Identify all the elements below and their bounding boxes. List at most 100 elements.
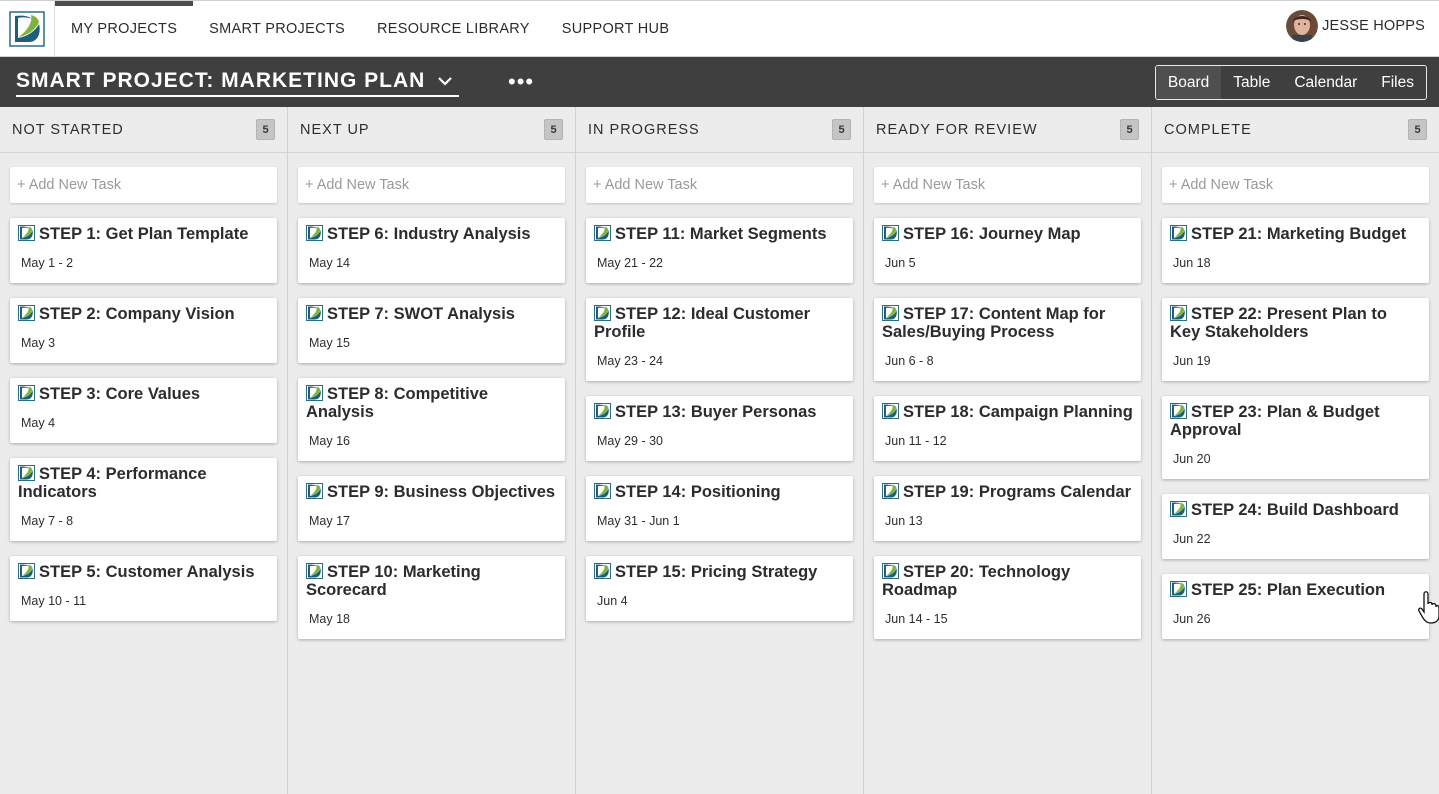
task-card[interactable]: STEP 13: Buyer Personas May 29 - 30 (586, 396, 853, 461)
task-card[interactable]: STEP 19: Programs Calendar Jun 13 (874, 476, 1141, 541)
task-leaf-icon (882, 403, 899, 419)
view-tab-table[interactable]: Table (1221, 66, 1282, 99)
task-date: May 23 - 24 (597, 354, 664, 368)
kanban-board: NOT STARTED 5 + Add New Task STEP 1: Get Pl… (0, 107, 1439, 794)
task-title: STEP 15: Pricing Strategy (615, 563, 818, 581)
task-card[interactable]: STEP 7: SWOT Analysis May 15 (298, 298, 565, 363)
task-date: Jun 22 (1173, 532, 1211, 546)
column-header: IN PROGRESS 5 (576, 107, 863, 153)
task-card[interactable]: STEP 10: Marketing Scorecard May 18 (298, 556, 565, 639)
task-date: May 29 - 30 (597, 434, 664, 448)
task-count-badge: 5 (256, 119, 275, 140)
task-title-row: STEP 7: SWOT Analysis (306, 305, 557, 323)
add-task-button[interactable]: + Add New Task (1162, 167, 1429, 203)
task-card[interactable]: STEP 4: Performance Indicators May 7 - 8 (10, 458, 277, 541)
task-leaf-icon (1170, 403, 1187, 419)
card-list: + Add New Task STEP 11: Market Segments Ma… (576, 153, 863, 621)
avatar (1286, 10, 1319, 42)
add-task-button[interactable]: + Add New Task (10, 167, 277, 203)
task-card[interactable]: STEP 16: Journey Map Jun 5 (874, 218, 1141, 283)
nav-item-support-hub[interactable]: SUPPORT HUB (546, 1, 686, 57)
task-card[interactable]: STEP 6: Industry Analysis May 14 (298, 218, 565, 283)
nav-item-my-projects[interactable]: MY PROJECTS (55, 1, 194, 57)
task-card[interactable]: STEP 12: Ideal Customer Profile May 23 - … (586, 298, 853, 381)
task-title-row: STEP 4: Performance Indicators (18, 465, 269, 501)
task-date: May 21 - 22 (597, 256, 664, 270)
task-card[interactable]: STEP 11: Market Segments May 21 - 22 (586, 218, 853, 283)
card-list: + Add New Task STEP 6: Industry Analysis M… (288, 153, 575, 639)
task-card[interactable]: STEP 5: Customer Analysis May 10 - 11 (10, 556, 277, 621)
task-title: STEP 20: Technology Roadmap (882, 563, 1071, 599)
task-title-row: STEP 3: Core Values (18, 385, 269, 403)
column-header: NEXT UP 5 (288, 107, 575, 153)
task-title-row: STEP 22: Present Plan to Key Stakeholder… (1170, 305, 1421, 341)
task-title-row: STEP 9: Business Objectives (306, 483, 557, 501)
task-leaf-icon (18, 385, 35, 401)
task-card[interactable]: STEP 22: Present Plan to Key Stakeholder… (1162, 298, 1429, 381)
task-card[interactable]: STEP 2: Company Vision May 3 (10, 298, 277, 363)
task-card[interactable]: STEP 3: Core Values May 4 (10, 378, 277, 443)
task-leaf-icon (882, 563, 899, 579)
column-complete: COMPLETE 5 + Add New Task STEP 21: Marketin… (1152, 107, 1439, 794)
task-card[interactable]: STEP 14: Positioning May 31 - Jun 1 (586, 476, 853, 541)
column-header: NOT STARTED 5 (0, 107, 287, 153)
nav-item-resource-library[interactable]: RESOURCE LIBRARY (361, 1, 546, 57)
task-title-row: STEP 8: Competitive Analysis (306, 385, 557, 421)
task-title-row: STEP 5: Customer Analysis (18, 563, 269, 581)
task-title: STEP 18: Campaign Planning (903, 403, 1133, 421)
task-title: STEP 22: Present Plan to Key Stakeholder… (1170, 305, 1387, 341)
project-title-dropdown[interactable]: SMART PROJECT: MARKETING PLAN (16, 67, 460, 97)
task-leaf-icon (18, 465, 35, 481)
task-title: STEP 19: Programs Calendar (903, 483, 1132, 501)
task-leaf-icon (306, 563, 323, 579)
view-tab-files[interactable]: Files (1369, 66, 1426, 99)
task-title-row: STEP 20: Technology Roadmap (882, 563, 1133, 599)
view-tab-calendar[interactable]: Calendar (1282, 66, 1369, 99)
task-leaf-icon (882, 225, 899, 241)
task-card[interactable]: STEP 24: Build Dashboard Jun 22 (1162, 494, 1429, 559)
add-task-button[interactable]: + Add New Task (298, 167, 565, 203)
chevron-down-icon (438, 77, 453, 86)
task-date: May 17 (309, 514, 350, 528)
user-menu[interactable]: JESSE HOPPS (1286, 10, 1425, 42)
task-card[interactable]: STEP 15: Pricing Strategy Jun 4 (586, 556, 853, 621)
task-leaf-icon (18, 305, 35, 321)
task-title: STEP 12: Ideal Customer Profile (594, 305, 811, 341)
task-title-row: STEP 14: Positioning (594, 483, 845, 501)
column-in-progress: IN PROGRESS 5 + Add New Task STEP 11: Marke… (576, 107, 864, 794)
top-nav: MY PROJECTS SMART PROJECTS RESOURCE LIBRAR… (0, 0, 1439, 57)
task-title-row: STEP 6: Industry Analysis (306, 225, 557, 243)
task-leaf-icon (306, 483, 323, 499)
task-card[interactable]: STEP 20: Technology Roadmap Jun 14 - 15 (874, 556, 1141, 639)
task-card[interactable]: STEP 23: Plan & Budget Approval Jun 20 (1162, 396, 1429, 479)
task-card[interactable]: STEP 17: Content Map for Sales/Buying Pr… (874, 298, 1141, 381)
task-card[interactable]: STEP 18: Campaign Planning Jun 11 - 12 (874, 396, 1141, 461)
nav-item-smart-projects[interactable]: SMART PROJECTS (193, 1, 361, 57)
task-title: STEP 2: Company Vision (39, 305, 235, 323)
task-title-row: STEP 21: Marketing Budget (1170, 225, 1421, 243)
project-header: SMART PROJECT: MARKETING PLAN ••• Board T… (0, 57, 1439, 107)
task-title-row: STEP 24: Build Dashboard (1170, 501, 1421, 519)
column-title: IN PROGRESS (588, 121, 700, 138)
task-leaf-icon (1170, 581, 1187, 597)
more-options-button[interactable]: ••• (508, 71, 534, 93)
task-card[interactable]: STEP 8: Competitive Analysis May 16 (298, 378, 565, 461)
column-title: READY FOR REVIEW (876, 121, 1038, 138)
view-tab-board[interactable]: Board (1155, 66, 1222, 99)
task-title: STEP 21: Marketing Budget (1191, 225, 1407, 243)
task-card[interactable]: STEP 1: Get Plan Template May 1 - 2 (10, 218, 277, 283)
add-task-button[interactable]: + Add New Task (586, 167, 853, 203)
task-leaf-icon (1170, 305, 1187, 321)
task-title: STEP 10: Marketing Scorecard (306, 563, 481, 599)
task-card[interactable]: STEP 9: Business Objectives May 17 (298, 476, 565, 541)
logo[interactable] (0, 1, 55, 57)
task-card[interactable]: STEP 21: Marketing Budget Jun 18 (1162, 218, 1429, 283)
task-title: STEP 24: Build Dashboard (1191, 501, 1399, 519)
task-date: May 10 - 11 (21, 594, 87, 608)
task-card[interactable]: STEP 25: Plan Execution Jun 26 (1162, 574, 1429, 639)
task-title: STEP 7: SWOT Analysis (327, 305, 515, 323)
task-title: STEP 23: Plan & Budget Approval (1170, 403, 1380, 439)
task-title-row: STEP 10: Marketing Scorecard (306, 563, 557, 599)
add-task-button[interactable]: + Add New Task (874, 167, 1141, 203)
task-date: Jun 5 (885, 256, 916, 270)
